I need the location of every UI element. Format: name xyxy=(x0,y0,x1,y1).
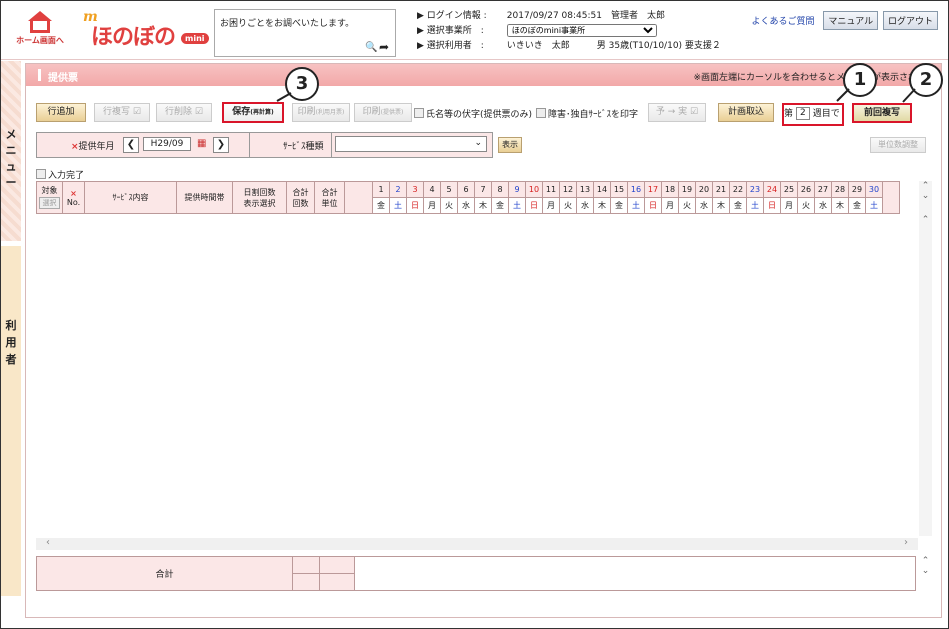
leader-line-3 xyxy=(276,92,292,102)
callout-leaders xyxy=(276,88,916,103)
leader-line-2 xyxy=(902,88,916,103)
leader-line-1 xyxy=(836,88,850,102)
app-window: ホーム画面へ m ほのぼの mini お困りごとをお調べいたします。 🔍 ➦ ▶… xyxy=(0,0,949,629)
